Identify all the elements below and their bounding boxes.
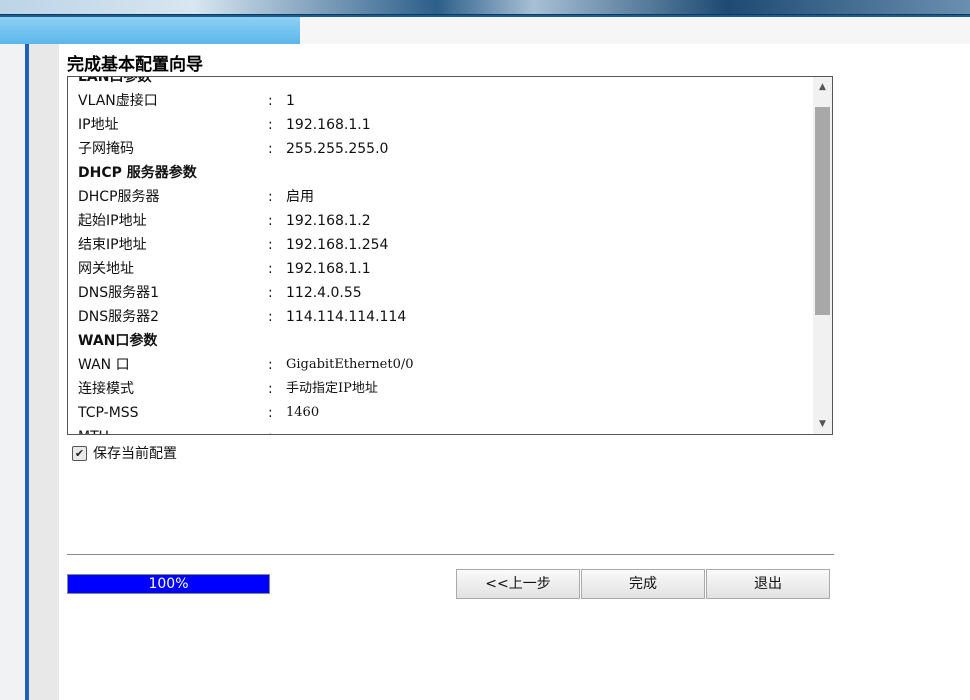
- summary-row: VLAN虚接口:1: [78, 89, 813, 113]
- row-separator: :: [268, 141, 273, 157]
- scroll-down-icon[interactable]: ▼: [813, 414, 832, 434]
- row-separator: :: [268, 117, 273, 133]
- row-separator: :: [268, 237, 273, 253]
- left-rail-shade: [29, 44, 59, 700]
- section-header: LAN口参数: [78, 76, 813, 89]
- row-label: 网关地址: [78, 261, 134, 277]
- row-value: 255.255.255.0: [286, 141, 389, 157]
- progress-bar: 100%: [67, 574, 270, 594]
- finish-button[interactable]: 完成: [581, 569, 705, 599]
- summary-row: 结束IP地址:192.168.1.254: [78, 233, 813, 257]
- row-value: 1460: [286, 405, 320, 420]
- row-label: 子网掩码: [78, 141, 134, 157]
- exit-button[interactable]: 退出: [706, 569, 830, 599]
- page-title: 完成基本配置向导: [67, 55, 203, 75]
- row-separator: :: [268, 93, 273, 109]
- row-label: VLAN虚接口: [78, 93, 158, 109]
- vertical-scrollbar[interactable]: ▲ ▼: [813, 77, 832, 434]
- summary-row: 起始IP地址:192.168.1.2: [78, 209, 813, 233]
- row-value: GigabitEthernet0/0: [286, 357, 414, 372]
- row-separator: :: [268, 285, 273, 301]
- row-label: TCP-MSS: [78, 405, 139, 421]
- row-label: 连接模式: [78, 381, 134, 397]
- progress-text: 100%: [148, 576, 189, 592]
- section-header: DHCP 服务器参数: [78, 161, 813, 185]
- row-separator: :: [268, 405, 273, 421]
- summary-row: WAN 口: GigabitEthernet0/0: [78, 353, 813, 377]
- row-value: 112.4.0.55: [286, 285, 362, 301]
- config-summary-box[interactable]: LAN口参数 VLAN虚接口:1 IP地址:192.168.1.1 子网掩码:255.…: [67, 76, 833, 435]
- row-separator: :: [268, 357, 273, 373]
- row-label: DHCP服务器: [78, 189, 160, 205]
- row-value: 192.168.1.2: [286, 213, 371, 229]
- left-rail: [0, 44, 25, 700]
- summary-row: DNS服务器1:112.4.0.55: [78, 281, 813, 305]
- row-label: 起始IP地址: [78, 213, 147, 229]
- row-separator: :: [268, 213, 273, 229]
- row-label: MTU: [78, 425, 109, 434]
- summary-row: IP地址:192.168.1.1: [78, 113, 813, 137]
- active-nav-tab[interactable]: [0, 17, 300, 44]
- row-separator: :: [268, 189, 273, 205]
- save-config-label: 保存当前配置: [93, 446, 177, 462]
- nav-strip: [300, 17, 970, 44]
- row-value: 手动指定IP地址: [286, 381, 378, 396]
- config-summary-rows: LAN口参数 VLAN虚接口:1 IP地址:192.168.1.1 子网掩码:255.…: [78, 76, 813, 434]
- section-title: DHCP 服务器参数: [78, 165, 197, 181]
- section-title: WAN口参数: [78, 333, 158, 349]
- summary-row: DHCP服务器: 启用: [78, 185, 813, 209]
- divider: [67, 554, 834, 555]
- section-header: WAN口参数: [78, 329, 813, 353]
- summary-row: 连接模式: 手动指定IP地址: [78, 377, 813, 401]
- row-label: 结束IP地址: [78, 237, 147, 253]
- row-separator: :: [268, 261, 273, 277]
- save-config-row[interactable]: ✔ 保存当前配置: [72, 443, 177, 463]
- row-value: 114.114.114.114: [286, 309, 407, 325]
- row-value: 192.168.1.1: [286, 117, 371, 133]
- row-separator: :: [268, 309, 273, 325]
- previous-step-button[interactable]: <<上一步: [456, 569, 580, 599]
- row-label: IP地址: [78, 117, 119, 133]
- row-value: 192.168.1.254: [286, 237, 389, 253]
- summary-row: 子网掩码:255.255.255.0: [78, 137, 813, 161]
- row-separator: :: [268, 381, 273, 397]
- summary-row: TCP-MSS:1460: [78, 401, 813, 425]
- summary-row: 网关地址:192.168.1.1: [78, 257, 813, 281]
- section-title: LAN口参数: [78, 76, 152, 85]
- scroll-thumb[interactable]: [815, 107, 830, 315]
- row-value: 1: [286, 93, 295, 109]
- save-config-checkbox[interactable]: ✔: [72, 445, 87, 461]
- top-banner: [0, 0, 970, 18]
- row-label: WAN 口: [78, 357, 130, 373]
- scroll-up-icon[interactable]: ▲: [813, 77, 832, 97]
- row-label: DNS服务器1: [78, 285, 160, 301]
- row-value: 启用: [286, 189, 314, 205]
- summary-row: MTU:: [78, 425, 813, 434]
- row-value: 192.168.1.1: [286, 261, 371, 277]
- row-separator: :: [268, 425, 273, 434]
- row-label: DNS服务器2: [78, 309, 160, 325]
- summary-row: DNS服务器2:114.114.114.114: [78, 305, 813, 329]
